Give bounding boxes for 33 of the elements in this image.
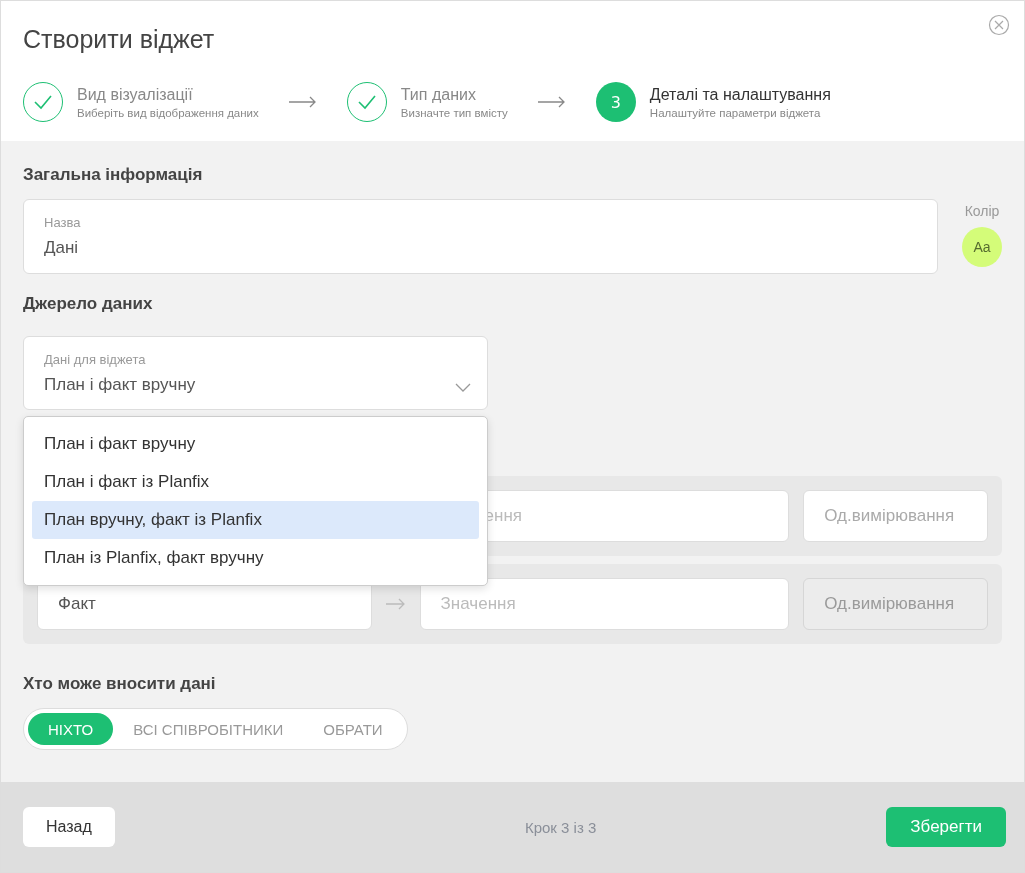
- field-value: План і факт вручну: [44, 374, 197, 395]
- arrow-icon: [537, 96, 566, 108]
- check-icon: [356, 94, 377, 110]
- name-field[interactable]: Назва Дані: [23, 199, 938, 274]
- color-label: Колір: [964, 203, 1000, 219]
- menu-item[interactable]: План із Planfix, факт вручну: [32, 539, 479, 577]
- field-label: Назва: [44, 215, 82, 230]
- segment-button[interactable]: ОБРАТИ: [303, 713, 403, 745]
- field-value: Дані: [44, 238, 80, 258]
- step-title: Деталі та налаштування: [649, 85, 831, 104]
- section-heading: Хто може вносити дані: [23, 674, 217, 694]
- menu-item[interactable]: План і факт вручну: [32, 425, 479, 463]
- check-icon: [33, 94, 53, 110]
- menu-item[interactable]: План вручну, факт із Planfix: [32, 501, 479, 539]
- segment-button[interactable]: ВСІ СПІВРОБІТНИКИ: [113, 713, 304, 745]
- step-title: Вид візуалізації: [77, 85, 194, 104]
- step-subtitle: Визначте тип вмісту: [400, 106, 508, 119]
- close-icon[interactable]: [988, 14, 1010, 36]
- chevron-icon: [455, 383, 471, 392]
- color-swatch[interactable]: Aa: [962, 227, 1002, 267]
- section-heading: Джерело даних: [23, 294, 154, 314]
- step-title: Тип даних: [400, 85, 477, 104]
- arrow-icon: [385, 598, 406, 610]
- data-select[interactable]: Дані для віджета План і факт вручну: [23, 336, 488, 410]
- step-subtitle: Налаштуйте параметри віджета: [649, 106, 822, 119]
- field-label: Дані для віджета: [44, 351, 147, 367]
- step-counter: Крок 3 із 3: [524, 818, 597, 836]
- section-heading: Загальна інформація: [23, 165, 204, 185]
- step-indicator: 3: [595, 82, 636, 122]
- arrow-icon: [288, 96, 317, 108]
- window-title: Створити віджет: [23, 25, 216, 54]
- back-button[interactable]: Назад: [23, 807, 115, 847]
- step-subtitle: Виберіть вид відображення даних: [77, 106, 259, 119]
